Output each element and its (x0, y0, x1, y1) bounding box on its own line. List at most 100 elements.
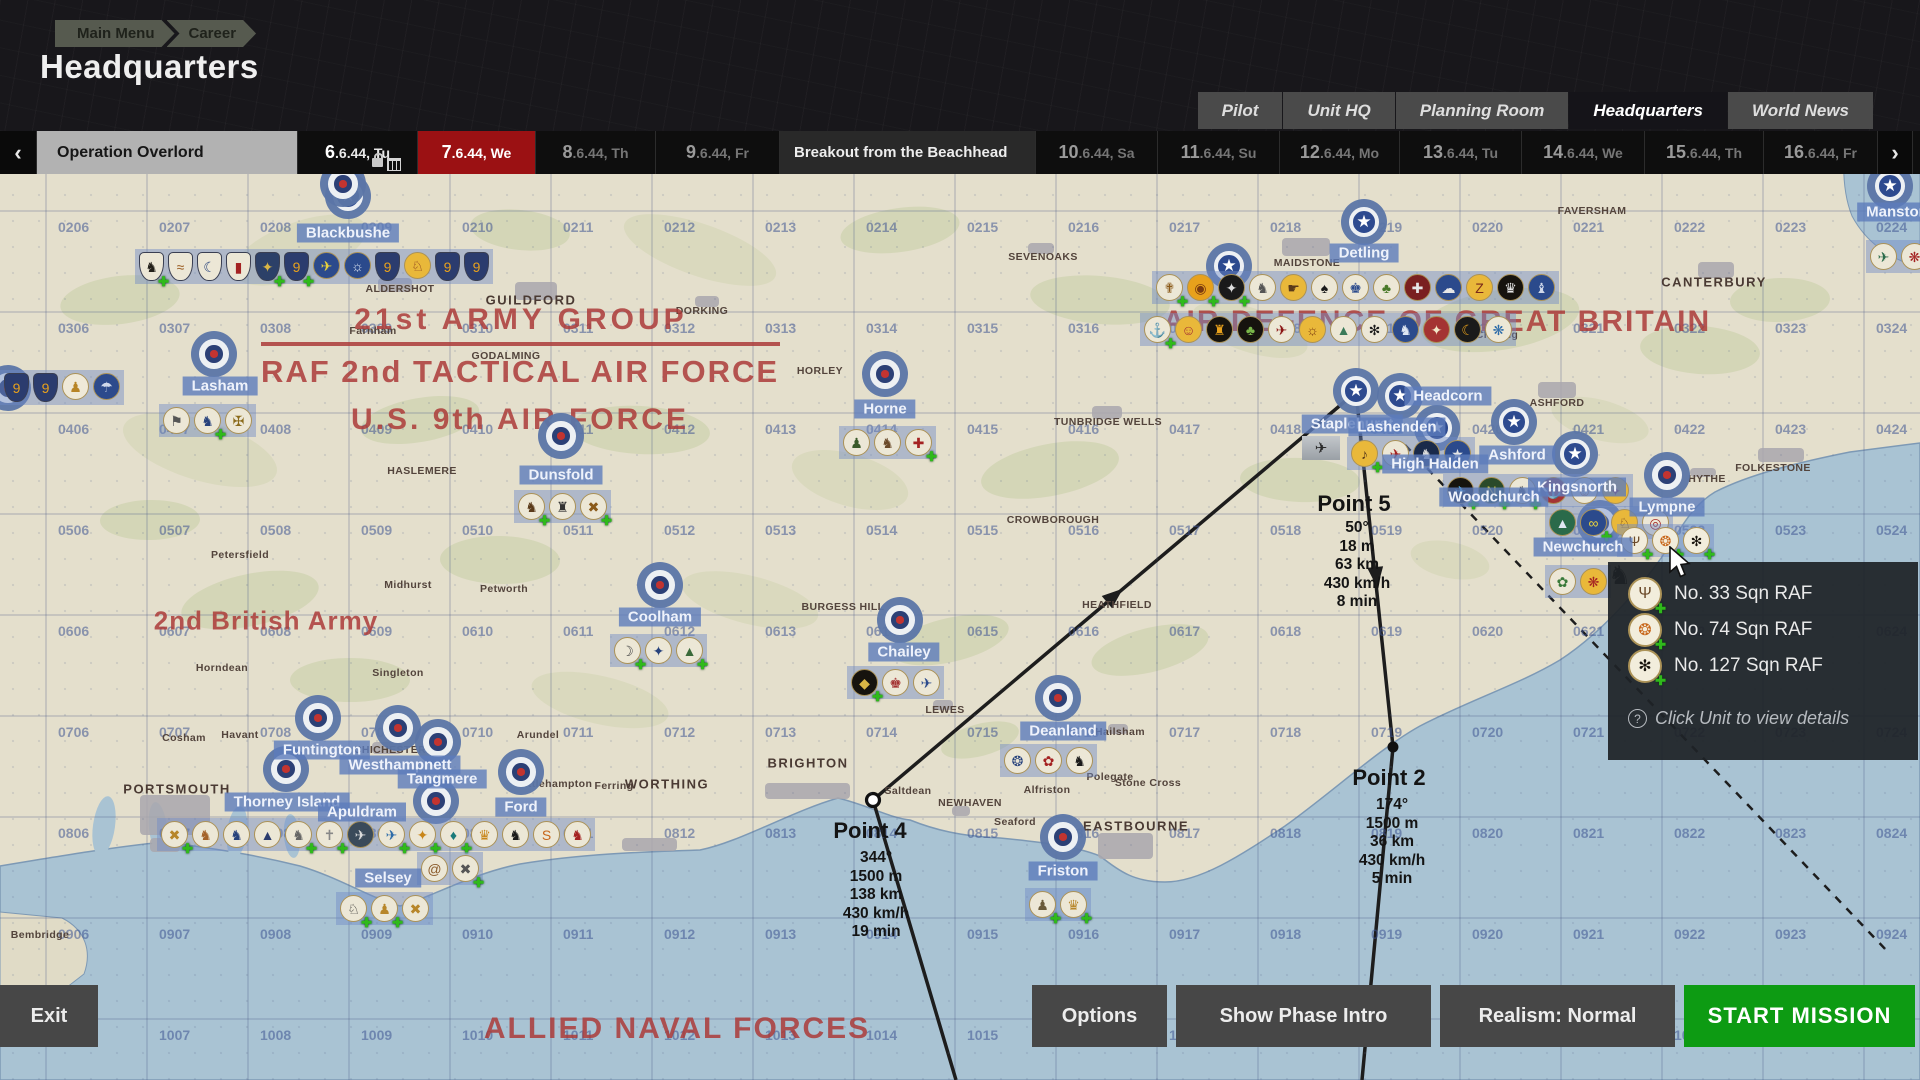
squadron-emblem-icon[interactable]: 9 (435, 252, 460, 281)
timeline-day-15.6.44[interactable]: 15.6.44, Th (1645, 131, 1764, 174)
squadron-emblem-icon[interactable]: ❂ (1004, 747, 1031, 774)
squadron-emblem-icon[interactable]: ▲ (1549, 509, 1576, 536)
timeline-day-13.6.44[interactable]: 13.6.44, Tu (1400, 131, 1522, 174)
options-button[interactable]: Options (1032, 985, 1167, 1047)
timeline-prev-button[interactable]: ‹ (0, 131, 37, 174)
squadron-emblem-icon[interactable]: ❋ (1901, 243, 1920, 270)
usaaf-star-icon[interactable]: ★ (1341, 199, 1387, 245)
airfield-label-headcorn[interactable]: Headcorn (1404, 387, 1491, 406)
squadron-emblem-icon[interactable]: ✚✚ (905, 429, 932, 456)
squadron-emblem-icon[interactable]: ♞ (1392, 316, 1419, 343)
exit-button[interactable]: Exit (0, 985, 98, 1047)
squadron-emblem-icon[interactable]: ⚓✚ (1144, 316, 1171, 343)
squadron-emblem-icon[interactable]: ♟ (843, 429, 870, 456)
squadron-emblem-icon[interactable]: ✻ (1361, 316, 1388, 343)
airfield-label-tangmere[interactable]: Tangmere (398, 770, 487, 789)
airfield-label-friston[interactable]: Friston (1029, 862, 1098, 881)
squadron-emblem-icon[interactable]: ✈ (313, 252, 340, 279)
squadron-emblem-icon[interactable]: ♜ (1206, 316, 1233, 343)
squadron-emblem-icon[interactable]: ❂✚ (1652, 527, 1679, 554)
airfield-label-manston[interactable]: Manston (1857, 203, 1920, 222)
tooltip-unit-row[interactable]: ❂✚No. 74 Sqn RAF (1628, 612, 1918, 648)
squadron-emblem-icon[interactable]: ◉✚ (1187, 274, 1214, 301)
airfield-label-chailey[interactable]: Chailey (868, 643, 939, 662)
squadron-emblem-icon[interactable]: ▲✚ (676, 637, 703, 664)
airfield-label-detling[interactable]: Detling (1330, 244, 1399, 263)
airfield-label-lympne[interactable]: Lympne (1630, 498, 1705, 517)
squadron-emblem-icon[interactable]: ✚ (1404, 274, 1431, 301)
airfield-label-lasham[interactable]: Lasham (183, 377, 258, 396)
timeline-day-8.6.44[interactable]: 8.6.44, Th (536, 131, 656, 174)
raf-roundel-icon[interactable] (375, 705, 421, 751)
squadron-emblem-icon[interactable]: ♛ (471, 821, 498, 848)
breadcrumb-item-career[interactable]: Career (167, 20, 257, 47)
squadron-emblem-icon[interactable]: ✦ (1423, 316, 1450, 343)
squadron-emblem-icon[interactable]: ✿ (1035, 747, 1062, 774)
raf-roundel-icon[interactable] (1035, 675, 1081, 721)
squadron-emblem-icon[interactable]: ✿ (1549, 568, 1576, 595)
timeline-day-10.6.44[interactable]: 10.6.44, Sa (1036, 131, 1158, 174)
squadron-emblem-icon[interactable]: 9 (464, 252, 489, 281)
squadron-emblem-icon[interactable]: ♞ (1066, 747, 1093, 774)
realism-normal-button[interactable]: Realism: Normal (1440, 985, 1675, 1047)
squadron-emblem-icon[interactable]: ✦✚ (409, 821, 436, 848)
squadron-emblem-icon[interactable]: ∞✚ (1580, 509, 1607, 536)
squadron-emblem-icon[interactable]: ✖✚ (452, 855, 479, 882)
tab-planning-room[interactable]: Planning Room (1396, 92, 1569, 129)
squadron-emblem-icon[interactable]: 9 (375, 252, 400, 281)
airfield-label-deanland[interactable]: Deanland (1020, 722, 1106, 741)
squadron-emblem-icon[interactable]: ♞✚ (285, 821, 312, 848)
squadron-emblem-icon[interactable]: ▲ (254, 821, 281, 848)
squadron-emblem-icon[interactable]: ♚ (1342, 274, 1369, 301)
squadron-emblem-icon[interactable]: ☼ (1299, 316, 1326, 343)
start-mission-button[interactable]: START MISSION (1684, 985, 1915, 1047)
squadron-emblem-icon[interactable]: ✻✚ (1683, 527, 1710, 554)
raf-roundel-icon[interactable] (877, 597, 923, 643)
airfield-label-coolham[interactable]: Coolham (619, 608, 701, 627)
squadron-emblem-icon[interactable]: ♪✚ (1351, 440, 1378, 467)
airfield-label-ford[interactable]: Ford (495, 798, 546, 817)
squadron-emblem-icon[interactable]: 9 (33, 373, 58, 402)
timeline-next-button[interactable]: › (1878, 131, 1913, 174)
squadron-emblem-icon[interactable]: ♝ (1528, 274, 1555, 301)
airfield-label-newchurch[interactable]: Newchurch (1534, 538, 1633, 557)
squadron-emblem-icon[interactable]: ≈ (168, 252, 193, 281)
squadron-emblem-icon[interactable]: ♞✚ (139, 252, 164, 281)
squadron-emblem-icon[interactable]: ✈ (1870, 243, 1897, 270)
squadron-emblem-icon[interactable]: ♞✚ (518, 493, 545, 520)
squadron-emblem-icon[interactable]: ✈ (347, 821, 374, 848)
airfield-label-apuldram[interactable]: Apuldram (318, 803, 406, 822)
timeline-day-12.6.44[interactable]: 12.6.44, Mo (1280, 131, 1400, 174)
timeline-phase-operation-overlord[interactable]: Operation Overlord (37, 131, 298, 174)
raf-roundel-icon[interactable] (637, 562, 683, 608)
airfield-label-dunsfold[interactable]: Dunsfold (520, 466, 603, 485)
airfield-label-blackbushe[interactable]: Blackbushe (297, 224, 399, 243)
squadron-emblem-icon[interactable]: ☽✚ (614, 637, 641, 664)
squadron-emblem-icon[interactable]: ♞ (502, 821, 529, 848)
show-phase-intro-button[interactable]: Show Phase Intro (1176, 985, 1431, 1047)
tab-pilot[interactable]: Pilot (1198, 92, 1283, 129)
squadron-emblem-icon[interactable]: ☂ (93, 373, 120, 400)
squadron-emblem-icon[interactable]: ✠ (225, 407, 252, 434)
usaaf-star-icon[interactable]: ★ (1491, 399, 1537, 445)
squadron-emblem-icon[interactable]: ♛✚ (1060, 891, 1087, 918)
squadron-emblem-icon[interactable]: ♜ (549, 493, 576, 520)
timeline-day-6.6.44[interactable]: 6.6.44, Tu (298, 131, 418, 174)
tooltip-unit-row[interactable]: ✻✚No. 127 Sqn RAF (1628, 648, 1918, 684)
squadron-emblem-icon[interactable]: 9 (4, 373, 29, 402)
squadron-emblem-icon[interactable]: ♘ (404, 252, 431, 279)
squadron-emblem-icon[interactable]: @ (421, 855, 448, 882)
tab-unit-hq[interactable]: Unit HQ (1283, 92, 1394, 129)
raf-roundel-icon[interactable] (538, 413, 584, 459)
airfield-label-lashenden[interactable]: Lashenden (1348, 418, 1445, 437)
timeline-day-11.6.44[interactable]: 11.6.44, Su (1158, 131, 1280, 174)
tab-headquarters[interactable]: Headquarters (1569, 92, 1727, 129)
squadron-emblem-icon[interactable]: ✖✚ (161, 821, 188, 848)
aircraft-photo-icon[interactable]: ✈ (1302, 436, 1340, 460)
squadron-emblem-icon[interactable]: ♦✚ (440, 821, 467, 848)
raf-roundel-icon[interactable] (1040, 814, 1086, 860)
raf-roundel-icon[interactable] (1644, 452, 1690, 498)
usaaf-star-icon[interactable]: ★ (1333, 368, 1379, 414)
breadcrumb-item-main-menu[interactable]: Main Menu (55, 20, 175, 47)
squadron-emblem-icon[interactable]: S (533, 821, 560, 848)
